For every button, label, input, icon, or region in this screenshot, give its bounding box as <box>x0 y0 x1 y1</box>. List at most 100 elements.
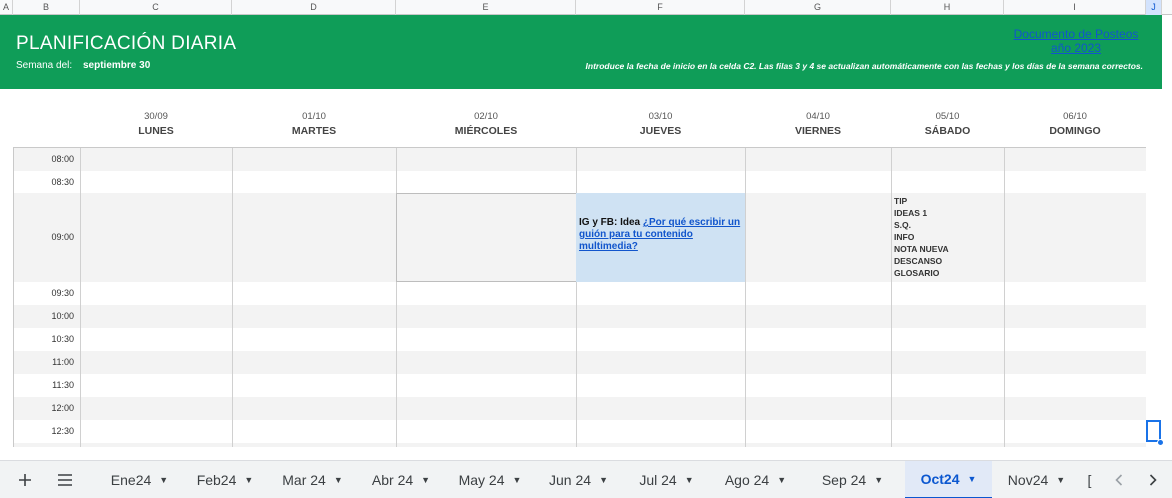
saturday-entry-item: TIP <box>894 196 908 206</box>
table-row: 11:30 <box>14 374 1146 397</box>
week-start-value[interactable]: septiembre 30 <box>83 60 150 71</box>
caret-down-icon[interactable]: ▼ <box>874 475 883 485</box>
column-header-d[interactable]: D <box>232 0 396 15</box>
saturday-entry-item: IDEAS 1 <box>894 208 928 218</box>
sheet-tab-label: Mar 24 <box>282 472 326 488</box>
caret-down-icon[interactable]: ▼ <box>421 475 430 485</box>
day-date: 02/10 <box>474 111 498 122</box>
chevron-right-icon <box>1149 474 1157 486</box>
table-row <box>14 443 1146 447</box>
column-header-g[interactable]: G <box>745 0 891 15</box>
day-header-3: 03/10 JUEVES <box>576 111 745 139</box>
caret-down-icon[interactable]: ▼ <box>334 475 343 485</box>
sheet-tab-label: Nov24 <box>1007 472 1049 488</box>
time-label: 11:30 <box>52 380 74 390</box>
sheet-tab-label: May 24 <box>458 472 505 488</box>
day-name: MARTES <box>291 125 337 137</box>
sheet-tab[interactable]: Jun 24 ▼ <box>535 461 622 498</box>
hamburger-menu-icon <box>58 474 72 486</box>
sheet-tab[interactable]: Feb24 ▼ <box>182 461 268 498</box>
time-label: 08:30 <box>51 177 74 187</box>
sheet-tab-label: Ene24 <box>110 472 152 488</box>
column-header-j[interactable]: J <box>1146 0 1162 15</box>
day-name: VIERNES <box>794 125 842 137</box>
saturday-0900-cell[interactable]: TIP IDEAS 1 S.Q. INFO NOTA NUEVA DESCANSO GLOS… <box>891 195 1003 279</box>
sheet-tab[interactable]: Nov24 ▼ <box>992 461 1081 498</box>
caret-down-icon[interactable]: ▼ <box>159 475 168 485</box>
day-name: SÁBADO <box>924 125 971 137</box>
day-name: MIÉRCOLES <box>454 125 518 137</box>
sheet-tab-label: Feb24 <box>196 472 237 488</box>
column-header-e[interactable]: E <box>396 0 576 15</box>
scroll-tabs-right-button[interactable] <box>1142 469 1164 491</box>
column-header-i[interactable]: I <box>1004 0 1146 15</box>
sheet-tab-label: Ago 24 <box>724 472 770 488</box>
plus-icon <box>19 474 31 486</box>
caret-down-icon[interactable]: ▼ <box>599 475 608 485</box>
sheet-tab[interactable]: Jul 24 ▼ <box>622 461 711 498</box>
day-header-1: 01/10 MARTES <box>232 111 396 139</box>
caret-down-icon[interactable]: ▼ <box>777 475 786 485</box>
column-header-f[interactable]: F <box>576 0 745 15</box>
day-date: 04/10 <box>806 111 830 122</box>
day-name: JUEVES <box>639 125 682 137</box>
time-label: 11:00 <box>52 357 74 367</box>
saturday-entry-item: INFO <box>894 232 915 242</box>
time-label: 12:00 <box>51 403 74 413</box>
grid-column-divider <box>80 148 81 447</box>
sheet-tab-label: Abr 24 <box>371 472 414 488</box>
sheet-tab[interactable]: Ene24 ▼ <box>97 461 182 498</box>
instructions-text: Introduce la fecha de inicio en la celda… <box>585 61 1143 71</box>
chevron-left-icon <box>1115 474 1123 486</box>
day-date: 06/10 <box>1063 111 1087 122</box>
day-header-5: 05/10 SÁBADO <box>891 111 1004 139</box>
sheet-tab[interactable]: Ago 24 ▼ <box>711 461 800 498</box>
saturday-entry-item: S.Q. <box>894 220 912 230</box>
saturday-entry-item: DESCANSO <box>894 256 943 266</box>
fill-handle[interactable] <box>1157 439 1164 446</box>
day-name: DOMINGO <box>1049 125 1101 137</box>
day-date: 30/09 <box>144 111 168 122</box>
table-row: 10:00 <box>14 305 1146 328</box>
sheet-tab[interactable]: May 24 ▼ <box>445 461 535 498</box>
column-header-b[interactable]: B <box>13 0 80 15</box>
grid-column-divider <box>232 148 233 447</box>
sheet-tab-label: [ <box>1087 472 1092 488</box>
header-banner: PLANIFICACIÓN DIARIA Semana del: septiem… <box>0 15 1162 89</box>
wednesday-0900-cell[interactable] <box>396 193 577 282</box>
page-title: PLANIFICACIÓN DIARIA <box>16 33 237 54</box>
add-sheet-button[interactable] <box>13 469 37 491</box>
posts-document-link[interactable]: Documento de Posteos año 2023 <box>1005 27 1147 55</box>
caret-down-icon[interactable]: ▼ <box>244 475 253 485</box>
day-header-4: 04/10 VIERNES <box>745 111 891 139</box>
sheet-tab[interactable]: Oct24 ▼ <box>905 461 992 498</box>
table-row: 09:30 <box>14 282 1146 305</box>
day-header-0: 30/09 LUNES <box>80 111 232 139</box>
caret-down-icon[interactable]: ▼ <box>968 474 977 484</box>
column-header-h[interactable]: H <box>891 0 1004 15</box>
table-row: 12:00 <box>14 397 1146 420</box>
grid-column-divider <box>1004 148 1005 447</box>
table-row: 12:30 <box>14 420 1146 443</box>
sheet-tab[interactable]: Mar 24 ▼ <box>268 461 357 498</box>
schedule-grid[interactable]: 12:30 12:00 11:30 11:00 10:30 10:00 09:30 09:00… <box>13 147 1146 447</box>
thursday-entry-prefix: IG y FB: Idea <box>579 217 643 228</box>
time-label: 12:30 <box>51 426 74 436</box>
sheet-tab[interactable]: [ <box>1081 461 1098 498</box>
all-sheets-button[interactable] <box>53 469 77 491</box>
column-header-a[interactable]: A <box>0 0 13 15</box>
time-label: 09:30 <box>51 288 74 298</box>
caret-down-icon[interactable]: ▼ <box>685 475 694 485</box>
scroll-tabs-left-button[interactable] <box>1108 469 1130 491</box>
thursday-0900-cell[interactable]: IG y FB: Idea ¿Por qué escribir un guión… <box>576 193 745 282</box>
day-header-2: 02/10 MIÉRCOLES <box>396 111 576 139</box>
time-label: 10:00 <box>51 311 74 321</box>
time-label: 10:30 <box>51 334 74 344</box>
caret-down-icon[interactable]: ▼ <box>513 475 522 485</box>
sheet-tab[interactable]: Sep 24 ▼ <box>800 461 905 498</box>
column-header-c[interactable]: C <box>80 0 232 15</box>
caret-down-icon[interactable]: ▼ <box>1056 475 1065 485</box>
day-header-6: 06/10 DOMINGO <box>1004 111 1146 139</box>
sheet-tab[interactable]: Abr 24 ▼ <box>357 461 445 498</box>
day-date: 05/10 <box>935 111 960 122</box>
